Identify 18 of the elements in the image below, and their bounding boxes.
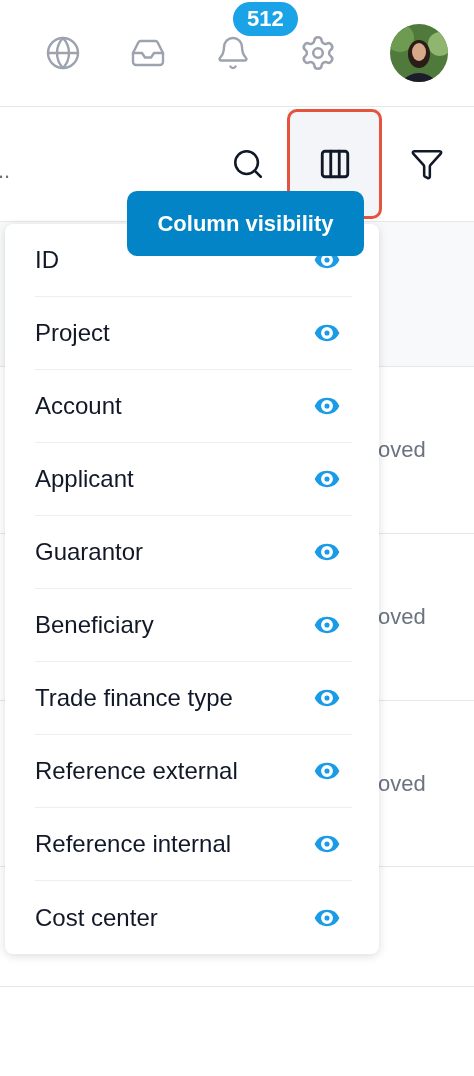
- column-name: Cost center: [35, 903, 158, 932]
- column-name: Project: [35, 319, 110, 347]
- status-text: oved: [378, 604, 426, 630]
- tooltip: Column visibility: [127, 191, 364, 256]
- status-text: oved: [378, 770, 426, 797]
- column-name: Account: [35, 392, 122, 420]
- column-name: ID: [35, 246, 59, 274]
- column-name: Guarantor: [35, 538, 144, 566]
- column-name: Applicant: [35, 465, 134, 493]
- notification-badge: 512: [233, 2, 298, 36]
- status-text: oved: [378, 437, 426, 463]
- globe-icon[interactable]: [44, 34, 82, 72]
- column-name: Trade finance type: [35, 684, 233, 712]
- column-name: Reference external: [35, 757, 238, 785]
- column-name: Beneficiary: [35, 611, 154, 639]
- truncated-text: ..: [0, 158, 12, 184]
- column-name: Reference internal: [35, 830, 232, 858]
- settings-icon[interactable]: [299, 34, 337, 72]
